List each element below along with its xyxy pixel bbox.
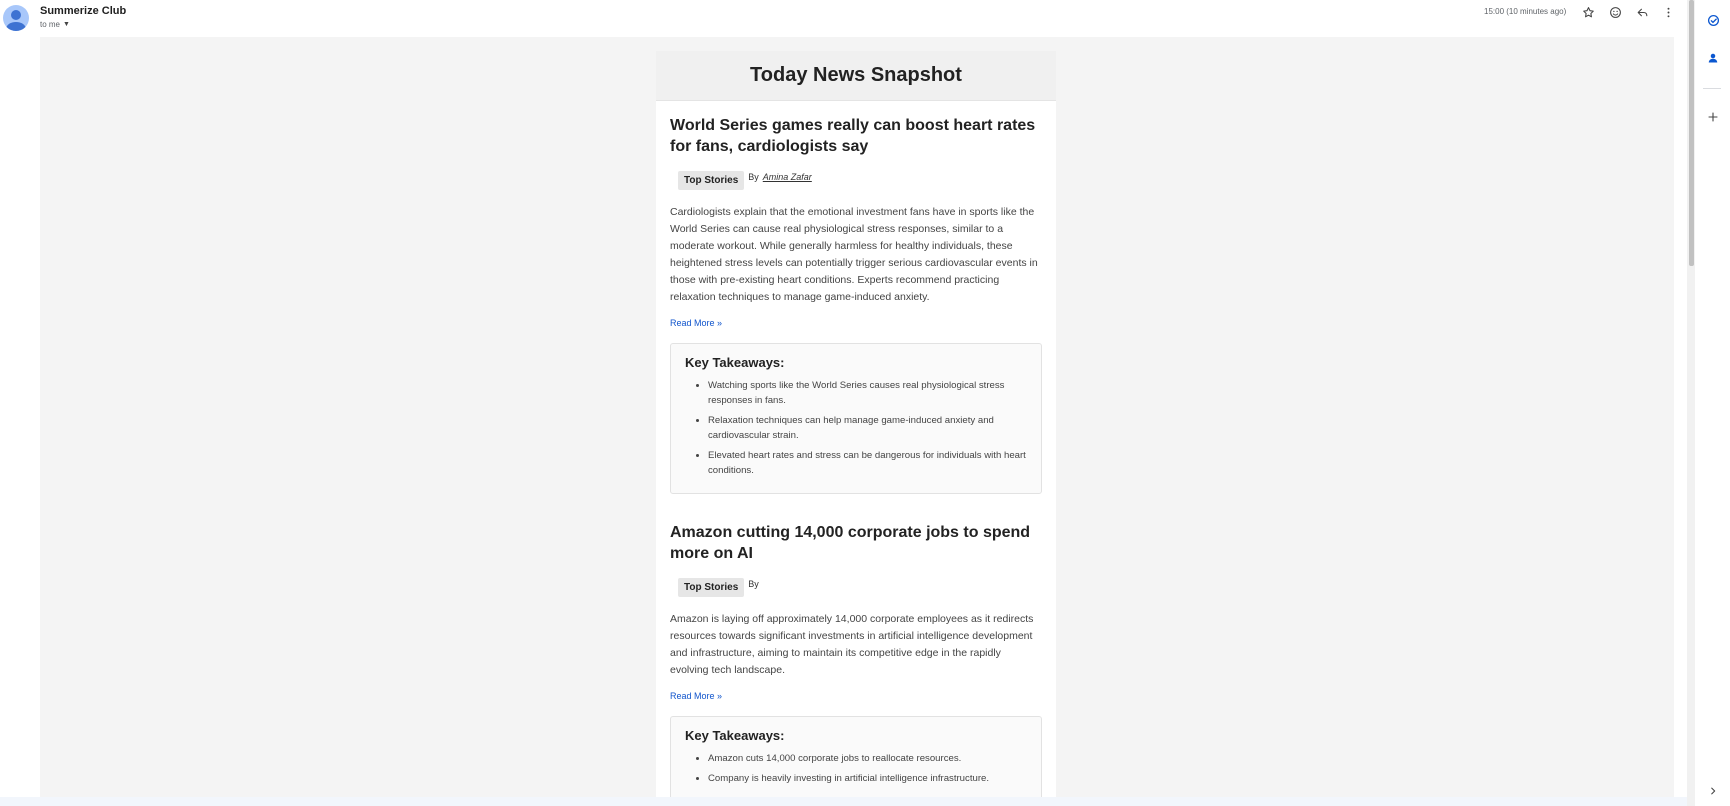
emoji-icon[interactable] <box>1607 4 1623 20</box>
takeaway-item: Elevated heart rates and stress can be d… <box>696 450 1026 476</box>
read-more-link[interactable]: Read More » <box>670 691 722 701</box>
recipient-label: to me <box>40 20 61 29</box>
article-summary: Amazon is laying off approximately 14,00… <box>670 613 1034 676</box>
category-tag: Top Stories <box>678 578 745 597</box>
takeaway-item: Relaxation techniques can help manage ga… <box>696 413 1027 443</box>
article: Amazon cutting 14,000 corporate jobs to … <box>656 522 1056 797</box>
article-title: Amazon cutting 14,000 corporate jobs to … <box>670 524 1031 562</box>
sender-name[interactable]: Summerize Club <box>40 5 126 17</box>
tasks-icon[interactable] <box>1706 13 1720 27</box>
takeaway-item: Company is heavily investing in artifici… <box>696 771 1027 786</box>
rail-divider <box>1703 88 1721 89</box>
read-more-link[interactable]: Read More » <box>670 318 722 328</box>
chevron-right-icon[interactable] <box>1706 784 1720 798</box>
key-takeaways-title: Key Takeaways: <box>685 728 785 743</box>
newsletter-header: Today News Snapshot <box>656 51 1056 101</box>
contacts-icon[interactable] <box>1706 51 1720 65</box>
byline-prefix: By <box>748 579 759 589</box>
bottom-bar <box>0 797 1730 806</box>
article-summary: Cardiologists explain that the emotional… <box>670 206 1038 303</box>
reply-icon[interactable] <box>1634 4 1650 20</box>
article: World Series games really can boost hear… <box>656 115 1056 494</box>
caret-down-icon: ▼ <box>63 21 70 28</box>
key-takeaways-box: Key Takeaways: Watching sports like the … <box>670 343 1042 494</box>
email-view: Summerize Club to me ▼ 15:00 (10 minutes… <box>0 0 1730 806</box>
article-title: World Series games really can boost hear… <box>670 117 1036 155</box>
byline-prefix: By <box>748 172 759 182</box>
email-timestamp: 15:00 (10 minutes ago) <box>1484 7 1567 16</box>
takeaways-list: Amazon cuts 14,000 corporate jobs to rea… <box>685 751 1027 786</box>
scrollbar-thumb[interactable] <box>1689 0 1694 266</box>
email-body: Today News Snapshot World Series games r… <box>40 37 1674 797</box>
article-meta: Top Stories By <box>678 578 1042 597</box>
author-link[interactable]: Amina Zafar <box>763 172 812 182</box>
more-vert-icon[interactable] <box>1660 4 1676 20</box>
recipient-details-toggle[interactable]: to me ▼ <box>40 20 70 29</box>
newsletter-title: Today News Snapshot <box>750 64 962 86</box>
category-tag: Top Stories <box>678 171 745 190</box>
key-takeaways-box: Key Takeaways: Amazon cuts 14,000 corpor… <box>670 716 1042 797</box>
key-takeaways-title: Key Takeaways: <box>685 355 785 370</box>
sender-avatar[interactable] <box>3 5 29 31</box>
article-meta: Top Stories By Amina Zafar <box>678 171 1042 190</box>
star-icon[interactable] <box>1580 4 1596 20</box>
takeaways-list: Watching sports like the World Series ca… <box>685 378 1027 478</box>
add-icon[interactable] <box>1706 110 1720 124</box>
takeaway-item: Watching sports like the World Series ca… <box>696 378 1027 408</box>
newsletter-card: Today News Snapshot World Series games r… <box>656 51 1056 797</box>
takeaway-item: Amazon cuts 14,000 corporate jobs to rea… <box>696 751 1027 766</box>
